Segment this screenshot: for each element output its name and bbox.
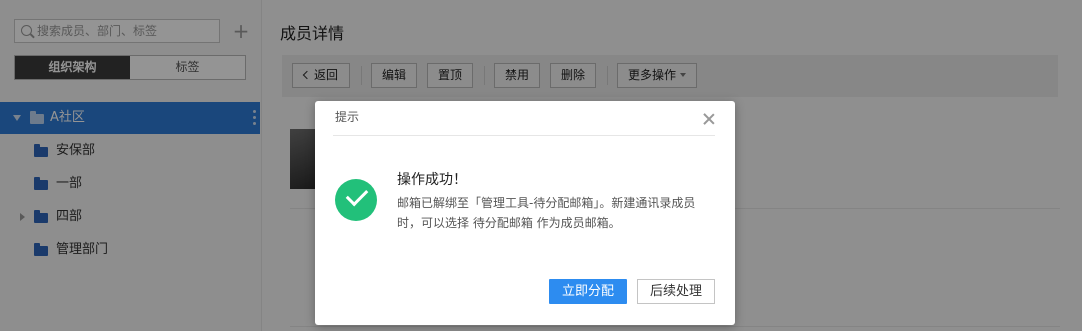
assign-now-button[interactable]: 立即分配 xyxy=(549,279,627,304)
dialog-title: 提示 xyxy=(335,110,360,124)
success-check-icon xyxy=(335,179,377,221)
close-icon[interactable] xyxy=(702,112,716,126)
app-window: + 组织架构 标签 A社区 安保部 一部 四部 管理部门 xyxy=(0,0,1082,331)
handle-later-button[interactable]: 后续处理 xyxy=(637,279,715,304)
message-body: 邮箱已解绑至「管理工具-待分配邮箱」。新建通讯录成员时，可以选择 待分配邮箱 作… xyxy=(397,196,696,230)
divider xyxy=(333,135,715,136)
success-dialog: 提示 操作成功！ 邮箱已解绑至「管理工具-待分配邮箱」。新建通讯录成员时，可以选… xyxy=(315,101,735,325)
message-title: 操作成功！ xyxy=(397,172,467,188)
